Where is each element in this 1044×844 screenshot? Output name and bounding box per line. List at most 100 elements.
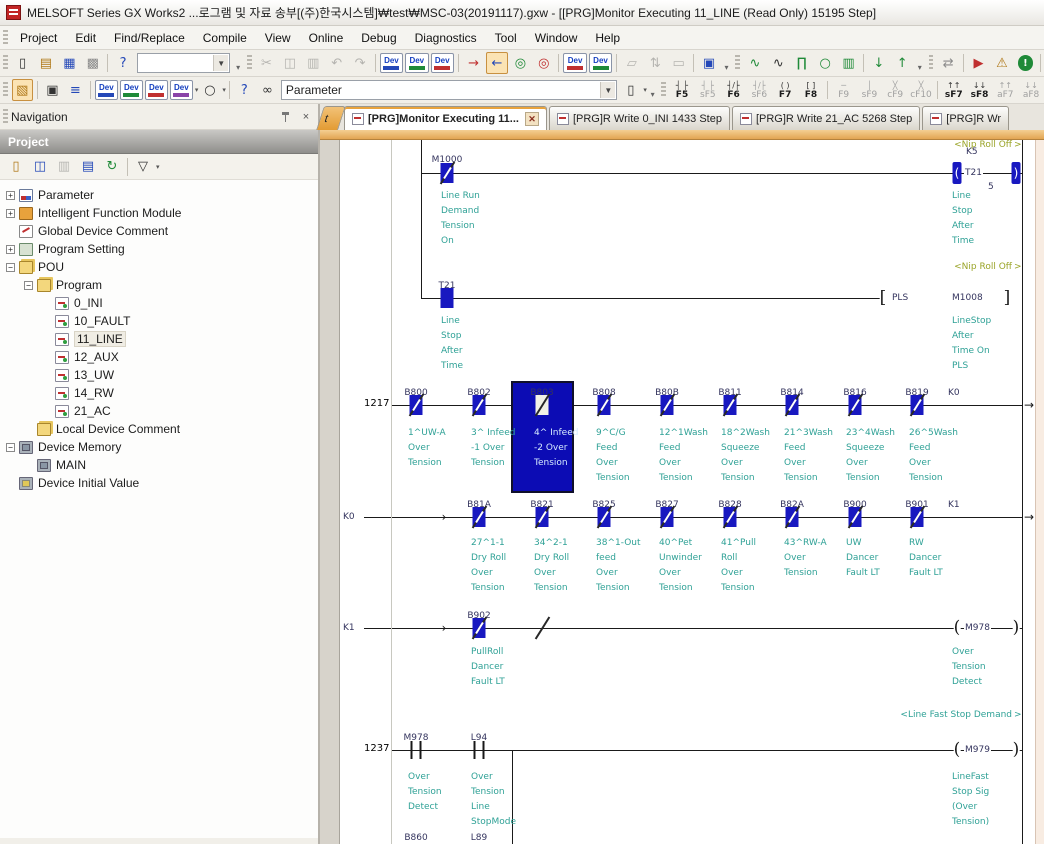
toolbar-overflow-icon[interactable]: ▾: [914, 52, 926, 74]
tree-item-main[interactable]: MAIN: [0, 456, 318, 474]
menu-tool[interactable]: Tool: [486, 28, 526, 48]
read-from-plc-icon[interactable]: ←: [486, 52, 507, 74]
tree-item-14-rw[interactable]: 14_RW: [0, 384, 318, 402]
contact-B814[interactable]: [786, 395, 799, 415]
close-icon[interactable]: ✕: [525, 112, 539, 126]
sampling-trace-icon[interactable]: ↓: [868, 52, 889, 74]
menu-online[interactable]: Online: [300, 28, 353, 48]
find-binoculars-icon[interactable]: ∞: [257, 79, 278, 101]
watch-monitor-icon[interactable]: ○: [814, 52, 835, 74]
coil-paren-left[interactable]: (: [953, 162, 962, 184]
contact-B821[interactable]: [536, 507, 549, 527]
menu-view[interactable]: View: [256, 28, 300, 48]
contact-B902[interactable]: [473, 618, 486, 638]
device-monitor-icon[interactable]: Dev: [405, 53, 428, 73]
pulse-monitor-icon[interactable]: ∏: [791, 52, 812, 74]
device-register-icon[interactable]: Dev: [563, 53, 586, 73]
collapse-icon[interactable]: −: [6, 443, 15, 452]
close-icon[interactable]: ×: [298, 109, 314, 125]
ladder-symbol-f7[interactable]: ( )F7: [772, 78, 798, 102]
contact-B808[interactable]: [598, 395, 611, 415]
ladder-symbol-sf5[interactable]: ┤ ├sF5: [695, 78, 721, 102]
coil-paren-right[interactable]: ): [1012, 162, 1021, 184]
pin-icon[interactable]: [278, 109, 294, 125]
menu-find-replace[interactable]: Find/Replace: [105, 28, 194, 48]
tree-item-program[interactable]: −Program: [0, 276, 318, 294]
tree-item-11-line[interactable]: 11_LINE: [0, 330, 318, 348]
tree-item-intelligent-function-module[interactable]: +Intelligent Function Module: [0, 204, 318, 222]
ladder-symbol-af8[interactable]: ↓↓aF8: [1018, 78, 1044, 102]
menu-help[interactable]: Help: [586, 28, 629, 48]
monitor-mode-icon[interactable]: ◎: [510, 52, 531, 74]
contact-M978[interactable]: [411, 741, 422, 759]
chevron-down-icon[interactable]: ▾: [222, 86, 226, 94]
tree-item-pou[interactable]: −POU: [0, 258, 318, 276]
chevron-down-icon[interactable]: ▾: [156, 163, 160, 171]
tree-item-10-fault[interactable]: 10_FAULT: [0, 312, 318, 330]
sampling-trace2-icon[interactable]: ↑: [892, 52, 913, 74]
document-tab[interactable]: [PRG]R Wr: [922, 106, 1009, 130]
expand-icon[interactable]: +: [6, 209, 15, 218]
device-find-icon[interactable]: ○: [199, 79, 220, 101]
error-warning-icon[interactable]: ⚠: [991, 52, 1012, 74]
navigation-window-icon[interactable]: ▧: [12, 79, 33, 101]
ladder-editor-canvas[interactable]: 12171237K55K0K1B860L89K0K1M1000T21B800B8…: [340, 140, 1035, 844]
nav-copy-icon[interactable]: ◫: [29, 156, 51, 178]
coil-paren-left[interactable]: (: [954, 742, 961, 759]
menu-project[interactable]: Project: [11, 28, 66, 48]
monitor-write-mode-icon[interactable]: ◎: [533, 52, 554, 74]
contact-B800[interactable]: [410, 395, 423, 415]
write-to-plc-icon[interactable]: →: [463, 52, 484, 74]
undo-icon[interactable]: ↶: [326, 52, 347, 74]
expand-icon[interactable]: +: [6, 245, 15, 254]
instruction-pls[interactable]: PLS: [891, 293, 909, 303]
contact-M1000[interactable]: [441, 163, 454, 183]
device-batch-icon[interactable]: Dev: [431, 53, 454, 73]
contact-B901[interactable]: [911, 507, 924, 527]
verify-icon[interactable]: ▱: [621, 52, 642, 74]
contact-B802[interactable]: [473, 395, 486, 415]
collapse-icon[interactable]: −: [24, 281, 33, 290]
device-init-icon[interactable]: Dev: [145, 80, 168, 100]
cut-icon[interactable]: ✂: [256, 52, 277, 74]
ladder-symbol-sf7[interactable]: ↑↑sF7: [941, 78, 967, 102]
list-view-icon[interactable]: ≡: [65, 79, 86, 101]
toolbar-overflow-icon[interactable]: ▾: [647, 79, 658, 101]
chevron-down-icon[interactable]: ▼: [213, 55, 228, 71]
paste-icon[interactable]: ▥: [303, 52, 324, 74]
contact-B819[interactable]: [911, 395, 924, 415]
nav-paste-icon[interactable]: ▥: [53, 156, 75, 178]
save-project-icon[interactable]: ▦: [59, 52, 80, 74]
ladder-symbol-sf6[interactable]: ┤/├sF6: [746, 78, 772, 102]
menu-edit[interactable]: Edit: [66, 28, 105, 48]
contact-L94[interactable]: [474, 741, 485, 759]
device-display-icon[interactable]: Dev: [170, 80, 193, 100]
contact-B900[interactable]: [849, 507, 862, 527]
function-block-icon[interactable]: ▣: [42, 79, 63, 101]
transfer-setup-icon[interactable]: ⇅: [645, 52, 666, 74]
monitor-condition-icon[interactable]: ▥: [838, 52, 859, 74]
tree-item-device-memory[interactable]: −Device Memory: [0, 438, 318, 456]
toolbar-overflow-icon[interactable]: ▾: [721, 52, 733, 74]
coil-paren-right[interactable]: ): [1013, 620, 1020, 637]
menu-diagnostics[interactable]: Diagnostics: [406, 28, 486, 48]
ladder-symbol-cf10[interactable]: ╳cF10: [908, 78, 934, 102]
ladder-symbol-sf9[interactable]: │sF9: [857, 78, 883, 102]
tree-item-global-device-comment[interactable]: Global Device Comment: [0, 222, 318, 240]
contact-B827[interactable]: [661, 507, 674, 527]
pc-monitor-icon[interactable]: ▣: [698, 52, 719, 74]
help2-icon[interactable]: ?: [234, 79, 255, 101]
tree-item-program-setting[interactable]: +Program Setting: [0, 240, 318, 258]
contact-T21[interactable]: [441, 288, 454, 308]
tree-item-parameter[interactable]: +Parameter: [0, 186, 318, 204]
remote-operation-icon[interactable]: ▭: [668, 52, 689, 74]
contact-unnamed[interactable]: [536, 618, 549, 638]
device-test-icon[interactable]: Dev: [589, 53, 612, 73]
document-tab[interactable]: [PRG]R Write 21_AC 5268 Step: [732, 106, 920, 130]
open-project-icon[interactable]: ▤: [35, 52, 56, 74]
ladder-symbol-f8[interactable]: [ ]F8: [798, 78, 824, 102]
tree-item-device-initial-value[interactable]: Device Initial Value: [0, 474, 318, 492]
menu-window[interactable]: Window: [526, 28, 587, 48]
help-icon[interactable]: ?: [112, 52, 133, 74]
ladder-symbol-f6[interactable]: ┤/├F6: [721, 78, 747, 102]
